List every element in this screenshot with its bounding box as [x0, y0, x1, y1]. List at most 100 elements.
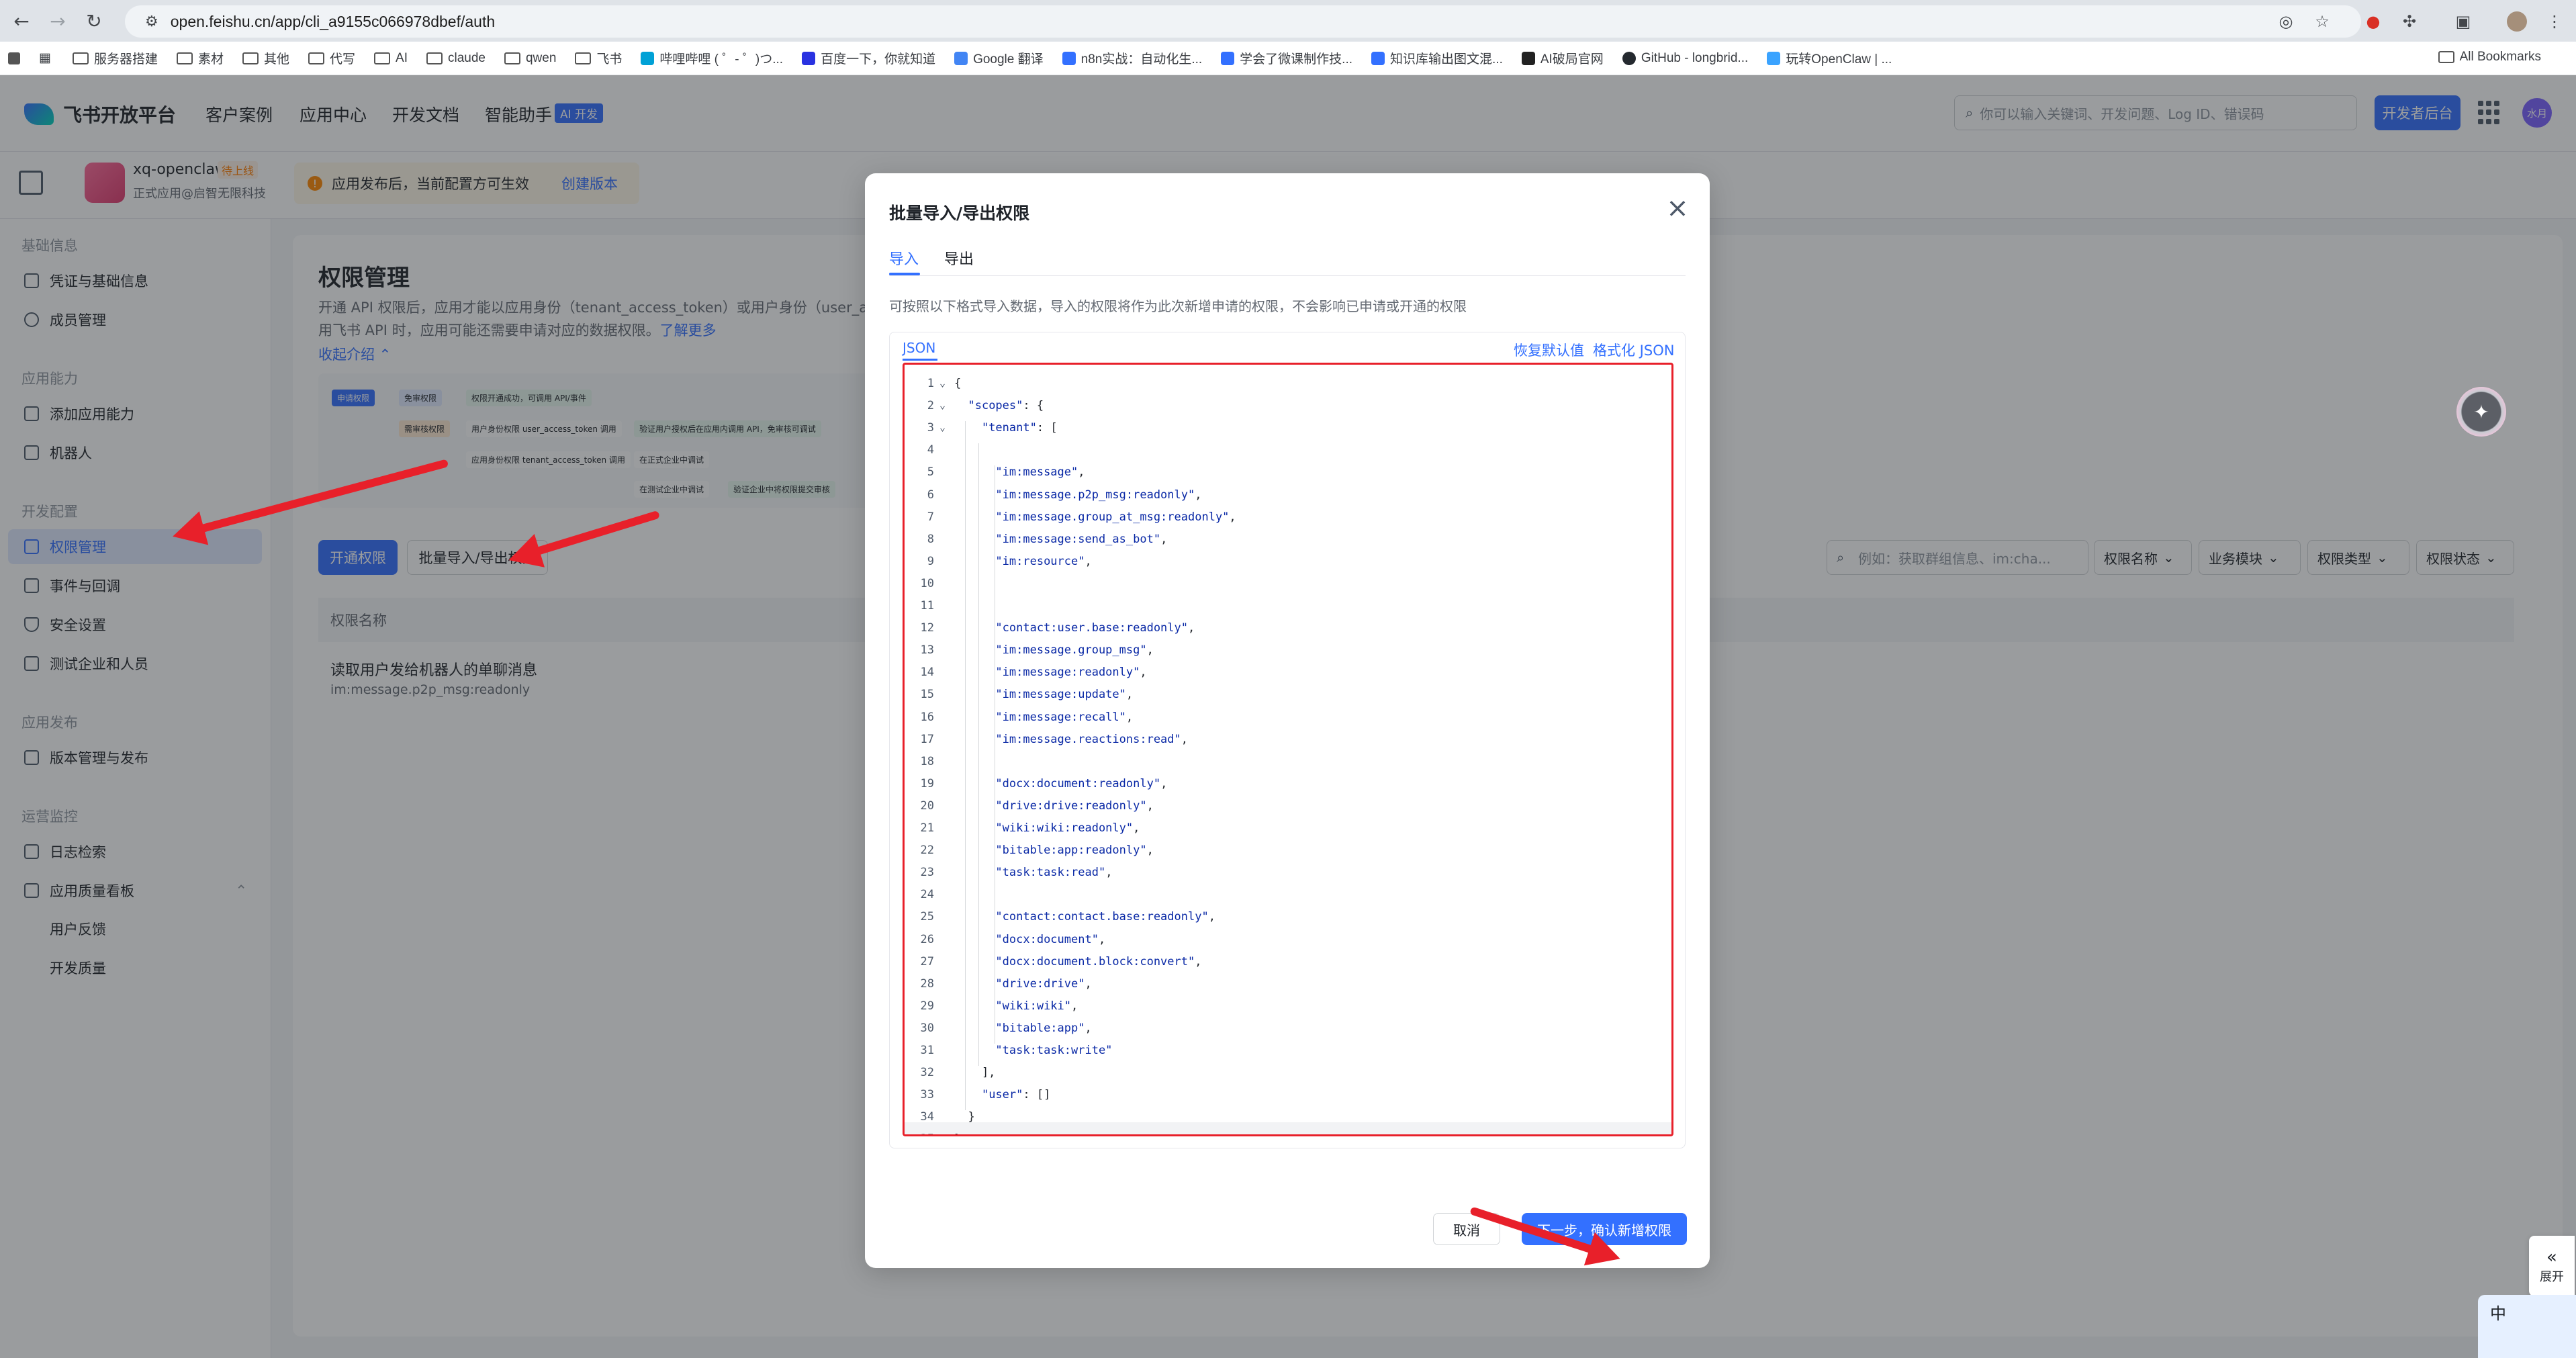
bookmark-item[interactable]: 玩转OpenClaw | ... — [1767, 49, 1892, 67]
bookmark-item[interactable]: 百度一下，你就知道 — [802, 49, 935, 67]
bookmark-item[interactable]: 素材 — [176, 49, 224, 67]
line-number: 2 — [927, 399, 934, 413]
site-info-icon[interactable]: ⚙ — [145, 13, 158, 30]
tab-divider — [889, 275, 1686, 276]
baidu-icon — [802, 51, 816, 65]
bookmarks-bar: ▦ 服务器搭建 素材 其他 代写 AI claude qwen 飞书 哔哩哔哩 … — [0, 42, 2576, 75]
dialog-description: 可按照以下格式导入数据，导入的权限将作为此次新增申请的权限，不会影响已申请或开通… — [889, 298, 1467, 314]
all-bookmarks[interactable]: All Bookmarks — [2438, 50, 2541, 64]
bookmark-item[interactable]: qwen — [504, 51, 556, 66]
line-number: 29 — [920, 999, 934, 1013]
url-text: open.feishu.cn/app/cli_a9155c066978dbef/… — [170, 12, 496, 30]
restore-default-link[interactable]: 恢复默认值 — [1514, 340, 1584, 360]
bookmark-item[interactable]: 其他 — [242, 49, 289, 67]
line-number: 31 — [920, 1044, 934, 1057]
google-translate-icon — [954, 51, 968, 65]
extensions-icon[interactable]: ✣ — [2395, 7, 2424, 36]
bookmark-item[interactable]: 服务器搭建 — [72, 49, 158, 67]
code-line: "im:message:update", — [995, 688, 1134, 702]
line-number: 24 — [920, 888, 934, 902]
code-line: "im:message.group_msg", — [995, 643, 1154, 658]
line-number: 1 — [927, 377, 934, 390]
bookmark-item[interactable]: n8n实战：自动化生... — [1062, 49, 1202, 67]
star-icon[interactable]: ☆ — [2307, 7, 2337, 36]
line-number: 9 — [927, 554, 934, 568]
line-number: 30 — [920, 1021, 934, 1035]
fold-chevron-icon[interactable]: ⌄ — [939, 377, 952, 389]
format-json-link[interactable]: 格式化 JSON — [1593, 340, 1674, 360]
github-icon — [1622, 51, 1636, 65]
bookmark-item[interactable]: AI破局官网 — [1521, 49, 1604, 67]
folder-icon — [2438, 51, 2454, 63]
line-number: 20 — [920, 799, 934, 813]
line-number: 34 — [920, 1110, 934, 1124]
bookmark-item[interactable]: 学会了微课制作技... — [1221, 49, 1352, 67]
code-line: "im:message", — [995, 465, 1085, 480]
address-bar[interactable]: ⚙ open.feishu.cn/app/cli_a9155c066978dbe… — [125, 5, 2361, 38]
code-line: "docx:document:readonly", — [995, 776, 1168, 790]
folder-icon — [72, 52, 89, 64]
bookmark-item[interactable]: 代写 — [308, 49, 355, 67]
code-line: "contact:contact.base:readonly", — [995, 910, 1215, 924]
code-line: "im:message:send_as_bot", — [995, 532, 1168, 546]
line-number: 25 — [920, 910, 934, 924]
batch-permission-dialog: 批量导入/导出权限 × 导入 导出 可按照以下格式导入数据，导入的权限将作为此次… — [865, 173, 1710, 1268]
media-icon[interactable]: ▣ — [2448, 7, 2478, 36]
line-number: 3 — [927, 421, 934, 435]
code-line: "tenant": [ — [981, 421, 1058, 435]
json-code-editor[interactable]: 1 ⌄{2 ⌄ "scopes": {3 ⌄ "tenant": [4 5 "im:me… — [903, 363, 1673, 1136]
back-icon[interactable]: ← — [7, 6, 36, 36]
profile-avatar[interactable] — [2502, 7, 2532, 36]
line-number: 19 — [920, 776, 934, 790]
code-line: "docx:document", — [995, 932, 1106, 946]
bilibili-icon — [641, 51, 655, 65]
folder-icon — [504, 52, 520, 64]
floating-assistant-icon[interactable]: ✦ — [2456, 387, 2506, 437]
eye-off-icon[interactable]: ◎ — [2271, 7, 2301, 36]
close-icon[interactable]: × — [1663, 193, 1692, 224]
bookmark-item[interactable]: 哔哩哔哩 ( ゜- ゜)つ... — [641, 49, 783, 67]
tab-import[interactable]: 导入 — [889, 247, 919, 269]
fold-chevron-icon[interactable]: ⌄ — [939, 399, 952, 411]
reload-icon[interactable]: ↻ — [79, 6, 109, 36]
indent-guide — [978, 443, 979, 1067]
dialog-title: 批量导入/导出权限 — [889, 203, 1030, 223]
expand-panel-button[interactable]: « 展开 — [2529, 1236, 2575, 1296]
ime-widget[interactable]: 中 — [2478, 1295, 2576, 1358]
code-line: "im:resource", — [995, 554, 1092, 568]
tab-export[interactable]: 导出 — [944, 247, 974, 269]
folder-icon — [575, 52, 592, 64]
fold-chevron-icon[interactable]: ⌄ — [939, 421, 952, 433]
code-line: "im:message.p2p_msg:readonly", — [995, 488, 1202, 502]
line-number: 12 — [920, 621, 934, 635]
bookmark-item[interactable]: 飞书 — [575, 49, 622, 67]
code-line: "wiki:wiki:readonly", — [995, 821, 1140, 835]
forward-icon[interactable]: → — [43, 6, 73, 36]
extension-red-icon[interactable]: ● — [2358, 7, 2388, 36]
code-line: "scopes": { — [968, 399, 1044, 413]
line-number: 10 — [920, 576, 934, 590]
folder-icon — [426, 52, 443, 64]
bookmark-item[interactable]: claude — [426, 51, 486, 66]
code-line: "im:message.reactions:read", — [995, 732, 1189, 746]
sidebar-toggle-icon[interactable] — [8, 52, 20, 64]
code-line: "docx:document.block:convert", — [995, 954, 1202, 968]
folder-icon — [374, 52, 391, 64]
bookmark-item[interactable]: GitHub - longbrid... — [1622, 51, 1748, 66]
line-number: 16 — [920, 710, 934, 724]
code-line: "im:message:readonly", — [995, 666, 1147, 680]
code-line: "contact:user.base:readonly", — [995, 621, 1195, 635]
bookmark-item[interactable]: 知识库输出图文混... — [1371, 49, 1503, 67]
line-number: 17 — [920, 732, 934, 746]
line-number: 28 — [920, 977, 934, 991]
more-menu-icon[interactable]: ⋮ — [2540, 7, 2569, 36]
code-line: "drive:drive:readonly", — [995, 799, 1154, 813]
editor-tab-json[interactable]: JSON — [903, 340, 935, 356]
code-line: ], — [954, 1066, 996, 1080]
bookmark-item[interactable]: AI — [374, 51, 408, 66]
editor-tab-indicator — [903, 359, 937, 361]
tab-active-indicator — [889, 273, 920, 275]
bookmark-item[interactable]: Google 翻译 — [954, 49, 1044, 67]
browser-toolbar: ← → ↻ ⚙ open.feishu.cn/app/cli_a9155c066… — [0, 0, 2576, 42]
apps-grid-icon[interactable]: ▦ — [39, 50, 51, 66]
